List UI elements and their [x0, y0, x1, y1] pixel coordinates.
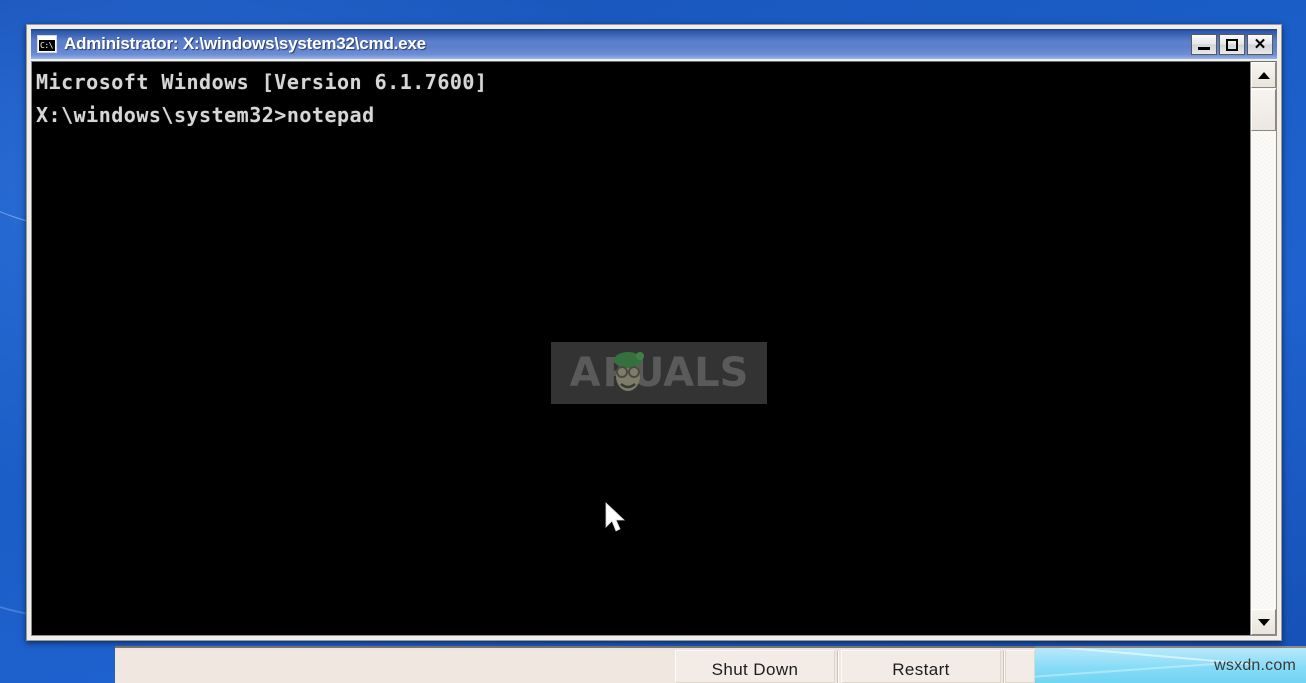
console-line: Microsoft Windows [Version 6.1.7600] [36, 70, 488, 94]
watermark-brand-a: A [569, 350, 601, 396]
maximize-icon [1226, 38, 1238, 51]
close-button[interactable]: ✕ [1247, 33, 1273, 55]
console-line: X:\windows\system32>notepad [36, 103, 375, 127]
scroll-up-button[interactable] [1251, 62, 1276, 88]
maximize-button[interactable] [1219, 33, 1245, 55]
window-controls: ✕ [1191, 33, 1273, 55]
restart-button-label: Restart [892, 660, 950, 679]
restart-button[interactable]: Restart [841, 650, 1001, 683]
scroll-down-button[interactable] [1251, 609, 1276, 635]
scrollbar-track[interactable] [1251, 132, 1276, 609]
cmd-icon-label: C:\ [40, 41, 53, 50]
shut-down-button-label: Shut Down [711, 660, 799, 679]
console-area: Microsoft Windows [Version 6.1.7600] X:\… [31, 61, 1277, 636]
shut-down-button[interactable]: Shut Down [675, 650, 835, 683]
console-output[interactable]: Microsoft Windows [Version 6.1.7600] X:\… [32, 62, 1250, 635]
button-separator-1 [837, 651, 839, 683]
scrollbar-thumb[interactable] [1251, 89, 1276, 131]
scroll-up-icon [1257, 71, 1270, 79]
minimize-button[interactable] [1191, 33, 1217, 55]
mascot-icon [614, 352, 644, 391]
dialog-trailing-area [1005, 650, 1035, 683]
cmd-icon: C:\ [37, 35, 57, 53]
recovery-dialog-bar: Shut Down Restart [115, 646, 1035, 683]
window-title: Administrator: X:\windows\system32\cmd.e… [64, 34, 426, 53]
site-watermark: wsxdn.com [1214, 657, 1296, 674]
mouse-cursor-icon [605, 502, 626, 532]
console-scrollbar[interactable] [1250, 62, 1276, 635]
cmd-window[interactable]: C:\ Administrator: X:\windows\system32\c… [26, 24, 1282, 641]
recovery-dialog-buttons: Shut Down Restart [115, 648, 1035, 683]
close-icon: ✕ [1253, 35, 1267, 53]
appuals-watermark: A PUALS [551, 342, 767, 404]
screen-root: Shut Down Restart wsxdn.com C:\ Administ… [0, 0, 1306, 683]
cyan-streak-decoration-2 [1035, 663, 1215, 679]
scroll-down-icon [1257, 618, 1270, 626]
footer-cyan-region: wsxdn.com [1035, 646, 1306, 683]
minimize-icon [1198, 46, 1210, 50]
window-titlebar[interactable]: C:\ Administrator: X:\windows\system32\c… [31, 29, 1277, 59]
